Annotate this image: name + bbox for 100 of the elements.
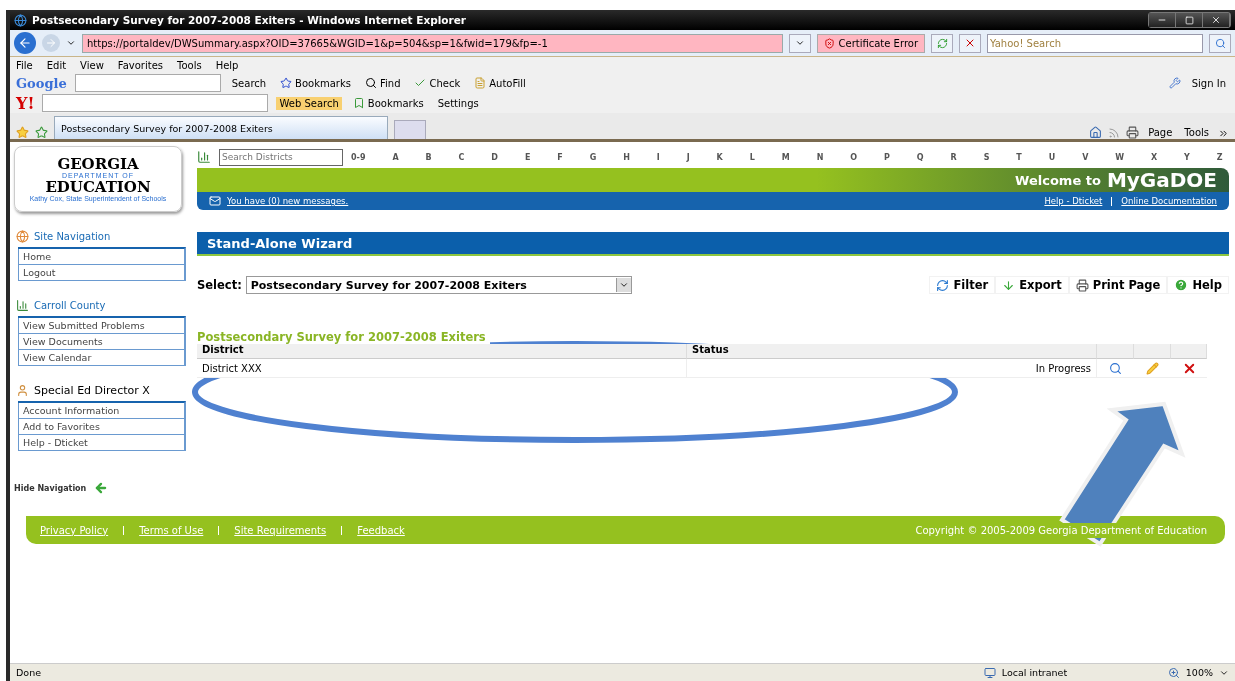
column-header bbox=[1171, 344, 1207, 359]
letter-link[interactable]: P bbox=[884, 152, 890, 162]
certificate-error-button[interactable]: Certificate Error bbox=[816, 33, 925, 53]
header-link[interactable]: Online Documentation bbox=[1121, 196, 1217, 206]
search-icon[interactable] bbox=[1109, 361, 1122, 375]
maximize-button[interactable] bbox=[1176, 13, 1203, 27]
left-arrow-icon[interactable] bbox=[94, 481, 109, 495]
dropdown-icon[interactable] bbox=[66, 38, 76, 48]
letter-link[interactable]: V bbox=[1082, 152, 1089, 162]
letter-link[interactable]: A bbox=[392, 152, 399, 162]
yahoo-search-field[interactable] bbox=[42, 94, 269, 112]
letter-link[interactable]: D bbox=[491, 152, 498, 162]
letter-link[interactable]: B bbox=[425, 152, 432, 162]
browser-tab[interactable]: Postsecondary Survey for 2007-2008 Exiters bbox=[54, 116, 388, 139]
letter-link[interactable]: F bbox=[557, 152, 563, 162]
letter-link[interactable]: X bbox=[1151, 152, 1158, 162]
command-button[interactable]: Page bbox=[1145, 126, 1176, 139]
menu-item[interactable]: Edit bbox=[46, 59, 67, 71]
browser-icon bbox=[14, 13, 27, 27]
table-cell: District XXX bbox=[197, 359, 687, 378]
home-icon[interactable] bbox=[1089, 126, 1103, 139]
nav-link[interactable]: Account Information bbox=[18, 403, 184, 419]
letter-link[interactable]: Q bbox=[916, 152, 924, 162]
toolbar-button[interactable]: Print Page bbox=[1068, 276, 1168, 294]
letter-link[interactable]: L bbox=[749, 152, 755, 162]
survey-select[interactable]: Postsecondary Survey for 2007-2008 Exiters bbox=[245, 276, 632, 294]
hide-navigation-link[interactable]: Hide Navigation bbox=[14, 483, 87, 493]
zoom-text[interactable]: 100% bbox=[1185, 667, 1213, 678]
menu-item[interactable]: View bbox=[80, 59, 104, 71]
letter-link[interactable]: K bbox=[716, 152, 723, 162]
feed-icon[interactable] bbox=[1108, 127, 1121, 139]
header-link[interactable]: Help - Dticket bbox=[1044, 196, 1103, 206]
menu-item[interactable]: File bbox=[16, 59, 33, 71]
wrench-icon[interactable] bbox=[1168, 77, 1181, 89]
letter-link[interactable]: S bbox=[983, 152, 990, 162]
letter-link[interactable]: C bbox=[458, 152, 465, 162]
nav-link[interactable]: Add to Favorites bbox=[18, 419, 184, 435]
check-button[interactable]: Check bbox=[411, 76, 464, 90]
nav-link[interactable]: View Submitted Problems bbox=[18, 318, 184, 334]
back-button[interactable] bbox=[14, 32, 36, 54]
command-button[interactable]: Tools bbox=[1181, 126, 1212, 139]
nav-link[interactable]: Logout bbox=[18, 265, 184, 281]
search-button[interactable]: Search bbox=[228, 76, 270, 90]
more-icon[interactable] bbox=[1218, 128, 1229, 139]
pencil-icon[interactable] bbox=[1146, 361, 1159, 375]
menu-item[interactable]: Favorites bbox=[117, 59, 163, 71]
bookmarks-button[interactable]: Bookmarks bbox=[277, 76, 354, 90]
letter-link[interactable]: Z bbox=[1216, 152, 1223, 162]
add-favorite-icon[interactable] bbox=[35, 126, 48, 139]
favorites-star-icon[interactable] bbox=[16, 126, 29, 139]
printer-icon[interactable] bbox=[1126, 126, 1140, 139]
bookmarks-button[interactable]: Bookmarks bbox=[349, 96, 427, 110]
letter-link[interactable]: H bbox=[623, 152, 630, 162]
menu-item[interactable]: Help bbox=[215, 59, 239, 71]
messages-link[interactable]: You have (0) new messages. bbox=[227, 196, 349, 206]
letter-link[interactable]: W bbox=[1115, 152, 1125, 162]
new-tab[interactable] bbox=[394, 120, 426, 139]
table-cell: In Progress bbox=[687, 359, 1097, 378]
letter-link[interactable]: Y bbox=[1184, 152, 1190, 162]
autofill-button[interactable]: AutoFill bbox=[471, 76, 529, 90]
letter-link[interactable]: M bbox=[781, 152, 790, 162]
address-field[interactable]: https://portaldev/DWSummary.aspx?OID=37665&WGID=1&p=504&sp=1&fwid=179&fp=-1 bbox=[82, 33, 783, 53]
user-icon bbox=[16, 384, 29, 397]
nav-link[interactable]: Help - Dticket bbox=[18, 435, 184, 451]
close-button[interactable] bbox=[1203, 13, 1230, 27]
settings-button[interactable]: Settings bbox=[434, 96, 482, 110]
caret-icon bbox=[615, 278, 631, 292]
toolbar-button[interactable]: Help bbox=[1167, 276, 1229, 294]
toolbar-button[interactable]: Export bbox=[995, 276, 1069, 294]
letter-link[interactable]: E bbox=[524, 152, 531, 162]
search-field[interactable]: Yahoo! Search bbox=[987, 33, 1203, 53]
find-button[interactable]: Find bbox=[362, 76, 404, 90]
letter-link[interactable]: G bbox=[589, 152, 597, 162]
letter-link[interactable]: T bbox=[1016, 152, 1022, 162]
google-search-field[interactable] bbox=[74, 74, 221, 92]
letter-link[interactable]: R bbox=[950, 152, 957, 162]
letter-link[interactable]: N bbox=[816, 152, 824, 162]
web-search-button[interactable]: Web Search bbox=[276, 96, 342, 110]
page-title: Stand-Alone Wizard bbox=[197, 232, 1229, 256]
nav-link[interactable]: Home bbox=[18, 249, 184, 265]
minimize-button[interactable] bbox=[1149, 13, 1176, 27]
menu-item[interactable]: Tools bbox=[177, 59, 202, 71]
section-title: Postsecondary Survey for 2007-2008 Exiters bbox=[197, 330, 490, 344]
letter-link[interactable]: J bbox=[686, 152, 690, 162]
search-button[interactable] bbox=[1209, 33, 1231, 53]
district-search-field[interactable]: Search Districts bbox=[219, 148, 343, 166]
address-dropdown[interactable] bbox=[788, 33, 811, 53]
nav-link[interactable]: View Calendar bbox=[18, 350, 184, 366]
stop-button[interactable] bbox=[959, 33, 981, 53]
letter-link[interactable]: I bbox=[656, 152, 660, 162]
toolbar-button[interactable]: Filter bbox=[929, 276, 996, 294]
refresh-button[interactable] bbox=[931, 33, 953, 53]
sign-in-button[interactable]: Sign In bbox=[1188, 76, 1229, 90]
yahoo-logo: Y! bbox=[16, 93, 35, 113]
letter-link[interactable]: O bbox=[850, 152, 858, 162]
letter-link[interactable]: U bbox=[1048, 152, 1056, 162]
letter-link[interactable]: 0-9 bbox=[351, 152, 366, 162]
help-icon bbox=[1174, 278, 1189, 292]
column-header bbox=[1097, 344, 1134, 359]
nav-link[interactable]: View Documents bbox=[18, 334, 184, 350]
